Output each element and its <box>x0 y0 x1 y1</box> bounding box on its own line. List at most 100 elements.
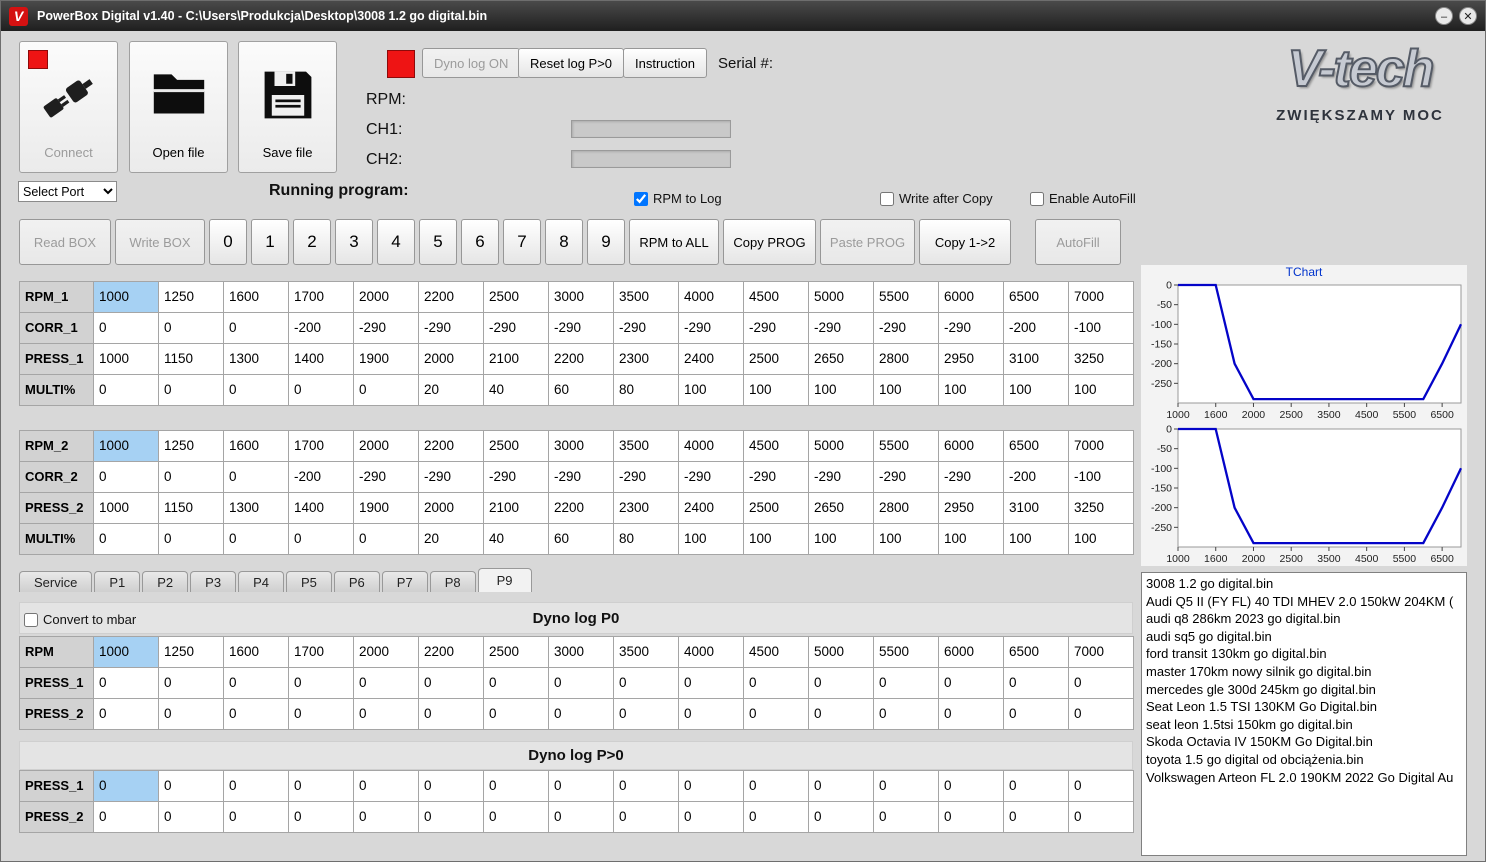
table-cell[interactable]: 6000 <box>939 431 1004 462</box>
table-cell[interactable]: 3500 <box>614 637 679 668</box>
table-cell[interactable]: 3100 <box>1004 493 1069 524</box>
table-cell[interactable]: 4500 <box>744 637 809 668</box>
table-cell[interactable]: 0 <box>224 313 289 344</box>
file-list-item[interactable]: master 170km nowy silnik go digital.bin <box>1146 663 1462 681</box>
table-cell[interactable]: 0 <box>744 802 809 833</box>
table-cell[interactable]: 2200 <box>549 344 614 375</box>
table-cell[interactable]: 2200 <box>419 282 484 313</box>
table-cell[interactable]: 3000 <box>549 637 614 668</box>
select-port-dropdown[interactable]: Select Port <box>18 181 117 202</box>
close-button[interactable]: ✕ <box>1459 7 1477 25</box>
table-cell[interactable]: 1000 <box>94 493 159 524</box>
tab-p1[interactable]: P1 <box>94 571 141 592</box>
table-cell[interactable]: 0 <box>289 375 354 406</box>
file-list-item[interactable]: Seat Leon 1.5 TSI 130KM Go Digital.bin <box>1146 698 1462 716</box>
table-cell[interactable]: -200 <box>289 313 354 344</box>
table-cell[interactable]: 0 <box>614 802 679 833</box>
table-cell[interactable]: 0 <box>679 668 744 699</box>
table-cell[interactable]: 0 <box>289 668 354 699</box>
table-cell[interactable]: 6000 <box>939 637 1004 668</box>
table-cell[interactable]: 6500 <box>1004 431 1069 462</box>
paste-prog-button[interactable]: Paste PROG <box>820 219 915 265</box>
table-cell[interactable]: 1300 <box>224 344 289 375</box>
table-cell[interactable]: 0 <box>224 524 289 555</box>
digit-button-6[interactable]: 6 <box>461 219 499 265</box>
table-cell[interactable]: 100 <box>1069 524 1134 555</box>
table-cell[interactable]: 0 <box>354 771 419 802</box>
table-cell[interactable]: 100 <box>874 375 939 406</box>
table-cell[interactable]: 100 <box>1004 375 1069 406</box>
table-cell[interactable]: 2400 <box>679 493 744 524</box>
table-cell[interactable]: 1600 <box>224 637 289 668</box>
table-cell[interactable]: 4500 <box>744 431 809 462</box>
table-cell[interactable]: 0 <box>1069 668 1134 699</box>
table-cell[interactable]: 1900 <box>354 493 419 524</box>
table-cell[interactable]: 2200 <box>419 431 484 462</box>
table-cell[interactable]: 0 <box>484 802 549 833</box>
file-list-item[interactable]: Skoda Octavia IV 150KM Go Digital.bin <box>1146 733 1462 751</box>
table-cell[interactable]: 0 <box>744 699 809 730</box>
digit-button-2[interactable]: 2 <box>293 219 331 265</box>
table-cell[interactable]: 0 <box>354 375 419 406</box>
write-box-button[interactable]: Write BOX <box>115 219 205 265</box>
table-cell[interactable]: -100 <box>1069 462 1134 493</box>
enable-autofill-checkbox[interactable]: Enable AutoFill <box>1030 191 1136 206</box>
copy-prog-button[interactable]: Copy PROG <box>723 219 816 265</box>
convert-to-mbar-input[interactable] <box>24 612 38 627</box>
table-cell[interactable]: 2000 <box>354 431 419 462</box>
table-cell[interactable]: 2500 <box>744 493 809 524</box>
table-cell[interactable]: 0 <box>809 699 874 730</box>
table-cell[interactable]: 0 <box>224 699 289 730</box>
enable-autofill-input[interactable] <box>1030 191 1044 206</box>
table-cell[interactable]: 100 <box>744 524 809 555</box>
table-cell[interactable]: 0 <box>419 771 484 802</box>
table-cell[interactable]: 0 <box>159 771 224 802</box>
table-cell[interactable]: -100 <box>1069 313 1134 344</box>
table-cell[interactable]: -290 <box>614 313 679 344</box>
table-cell[interactable]: -290 <box>744 462 809 493</box>
table-cell[interactable]: 0 <box>94 375 159 406</box>
table-cell[interactable]: 0 <box>94 313 159 344</box>
table-cell[interactable]: 80 <box>614 524 679 555</box>
table-cell[interactable]: 1000 <box>94 431 159 462</box>
table-cell[interactable]: 6000 <box>939 282 1004 313</box>
table-cell[interactable]: 4000 <box>679 431 744 462</box>
table-cell[interactable]: 100 <box>1069 375 1134 406</box>
table-cell[interactable]: 0 <box>679 802 744 833</box>
digit-button-4[interactable]: 4 <box>377 219 415 265</box>
table-cell[interactable]: 2000 <box>354 637 419 668</box>
table-cell[interactable]: -290 <box>549 462 614 493</box>
table-cell[interactable]: 0 <box>484 771 549 802</box>
table-cell[interactable]: 100 <box>679 375 744 406</box>
table-cell[interactable]: 0 <box>939 699 1004 730</box>
table-cell[interactable]: 1250 <box>159 637 224 668</box>
table-cell[interactable]: 2950 <box>939 344 1004 375</box>
dyno-log-on-button[interactable]: Dyno log ON <box>422 48 521 78</box>
instruction-button[interactable]: Instruction <box>623 48 707 78</box>
table-cell[interactable]: 3100 <box>1004 344 1069 375</box>
table-cell[interactable]: 0 <box>419 699 484 730</box>
table-cell[interactable]: 0 <box>874 802 939 833</box>
table-cell[interactable]: 0 <box>354 699 419 730</box>
file-list-item[interactable]: toyota 1.5 go digital od obciążenia.bin <box>1146 751 1462 769</box>
table-cell[interactable]: 100 <box>1004 524 1069 555</box>
table-cell[interactable]: 1700 <box>289 431 354 462</box>
table-cell[interactable]: 3250 <box>1069 493 1134 524</box>
table-cell[interactable]: 0 <box>744 668 809 699</box>
table-cell[interactable]: 0 <box>1069 771 1134 802</box>
minimize-button[interactable]: – <box>1435 7 1453 25</box>
table-cell[interactable]: 3250 <box>1069 344 1134 375</box>
digit-button-9[interactable]: 9 <box>587 219 625 265</box>
table-cell[interactable]: 0 <box>939 771 1004 802</box>
table-cell[interactable]: 0 <box>159 699 224 730</box>
table-cell[interactable]: 2100 <box>484 493 549 524</box>
table-cell[interactable]: 0 <box>354 802 419 833</box>
table-cell[interactable]: 0 <box>289 524 354 555</box>
table-cell[interactable]: 1700 <box>289 637 354 668</box>
table-cell[interactable]: 0 <box>614 699 679 730</box>
file-list-item[interactable]: audi sq5 go digital.bin <box>1146 628 1462 646</box>
file-list-item[interactable]: ford transit 130km go digital.bin <box>1146 645 1462 663</box>
table-cell[interactable]: 0 <box>939 802 1004 833</box>
table-cell[interactable]: -290 <box>549 313 614 344</box>
table-cell[interactable]: 0 <box>1004 668 1069 699</box>
